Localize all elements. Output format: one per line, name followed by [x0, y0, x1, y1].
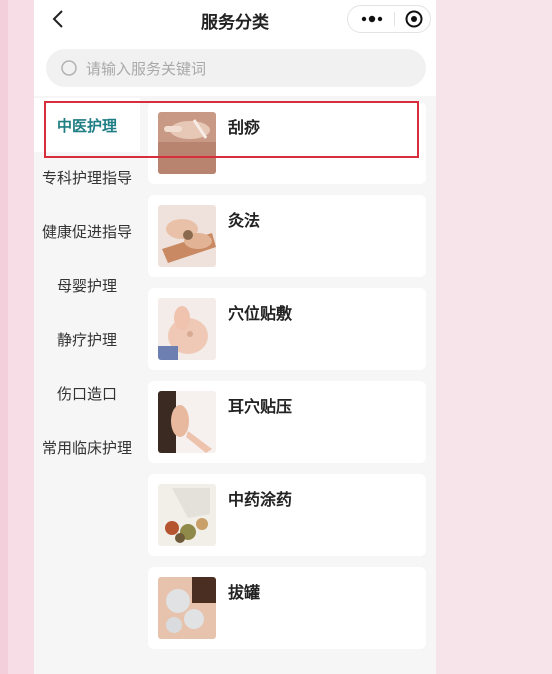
service-title: 拔罐	[228, 583, 261, 602]
sidebar-item-maternal-infant[interactable]: 母婴护理	[34, 260, 140, 310]
service-list: 刮痧 灸法 穴位贴敷 耳穴贴压 中药涂药 拔罐	[140, 96, 436, 674]
service-thumbnail	[158, 484, 216, 546]
sidebar-item-wound-ostomy[interactable]: 伤口造口	[34, 368, 140, 418]
sidebar-item-health-promotion[interactable]: 健康促进指导	[34, 206, 140, 256]
service-card-acupoint-patch[interactable]: 穴位贴敷	[148, 288, 426, 370]
sidebar-item-label: 伤口造口	[56, 384, 117, 403]
left-margin	[0, 0, 8, 674]
search-icon	[61, 60, 77, 76]
service-title: 穴位贴敷	[228, 304, 293, 323]
service-card-ear-acupressure[interactable]: 耳穴贴压	[148, 381, 426, 463]
sidebar-item-label: 健康促进指导	[41, 222, 132, 241]
nav-bar: 服务分类	[34, 0, 436, 40]
search-placeholder: 请输入服务关键词	[86, 59, 207, 78]
service-card-cupping[interactable]: 拔罐	[148, 567, 426, 649]
sidebar-item-label: 母婴护理	[56, 276, 117, 295]
sidebar-item-label: 中医护理	[56, 116, 117, 135]
service-thumbnail	[158, 298, 216, 360]
search-input[interactable]: 请输入服务关键词	[46, 49, 426, 87]
service-card-herbal-application[interactable]: 中药涂药	[148, 474, 426, 556]
close-miniprogram-button[interactable]	[402, 8, 426, 30]
sidebar-item-clinical-nursing[interactable]: 常用临床护理	[34, 422, 140, 472]
right-margin	[436, 0, 552, 674]
category-sidebar: 中医护理 专科护理指导 健康促进指导 母婴护理 静疗护理 伤口造口 常用临床护理	[34, 96, 140, 674]
more-dots-icon	[361, 15, 383, 23]
service-title: 中药涂药	[228, 490, 293, 509]
service-title: 灸法	[228, 211, 261, 230]
service-title: 刮痧	[228, 118, 261, 137]
more-button[interactable]	[356, 6, 388, 32]
service-thumbnail	[158, 391, 216, 453]
sidebar-item-label: 常用临床护理	[41, 438, 132, 457]
sidebar-item-iv-therapy[interactable]: 静疗护理	[34, 314, 140, 364]
service-thumbnail	[158, 205, 216, 267]
service-thumbnail	[158, 112, 216, 174]
service-card-moxibustion[interactable]: 灸法	[148, 195, 426, 277]
capsule-divider	[394, 12, 395, 26]
sidebar-item-label: 专科护理指导	[41, 168, 132, 187]
sidebar-item-label: 静疗护理	[56, 330, 117, 349]
menu-capsule	[347, 5, 431, 33]
service-title: 耳穴贴压	[228, 397, 293, 416]
service-thumbnail	[158, 577, 216, 639]
sidebar-item-specialty-guidance[interactable]: 专科护理指导	[34, 152, 140, 202]
sidebar-item-tcm-nursing[interactable]: 中医护理	[34, 98, 140, 152]
service-card-guasha[interactable]: 刮痧	[148, 102, 426, 184]
phone-screen: 服务分类 请输入服务关键词 中医护理 专科护理指导 健康促进指导 母婴护理 静疗…	[34, 0, 436, 674]
target-circle-icon	[405, 10, 423, 28]
